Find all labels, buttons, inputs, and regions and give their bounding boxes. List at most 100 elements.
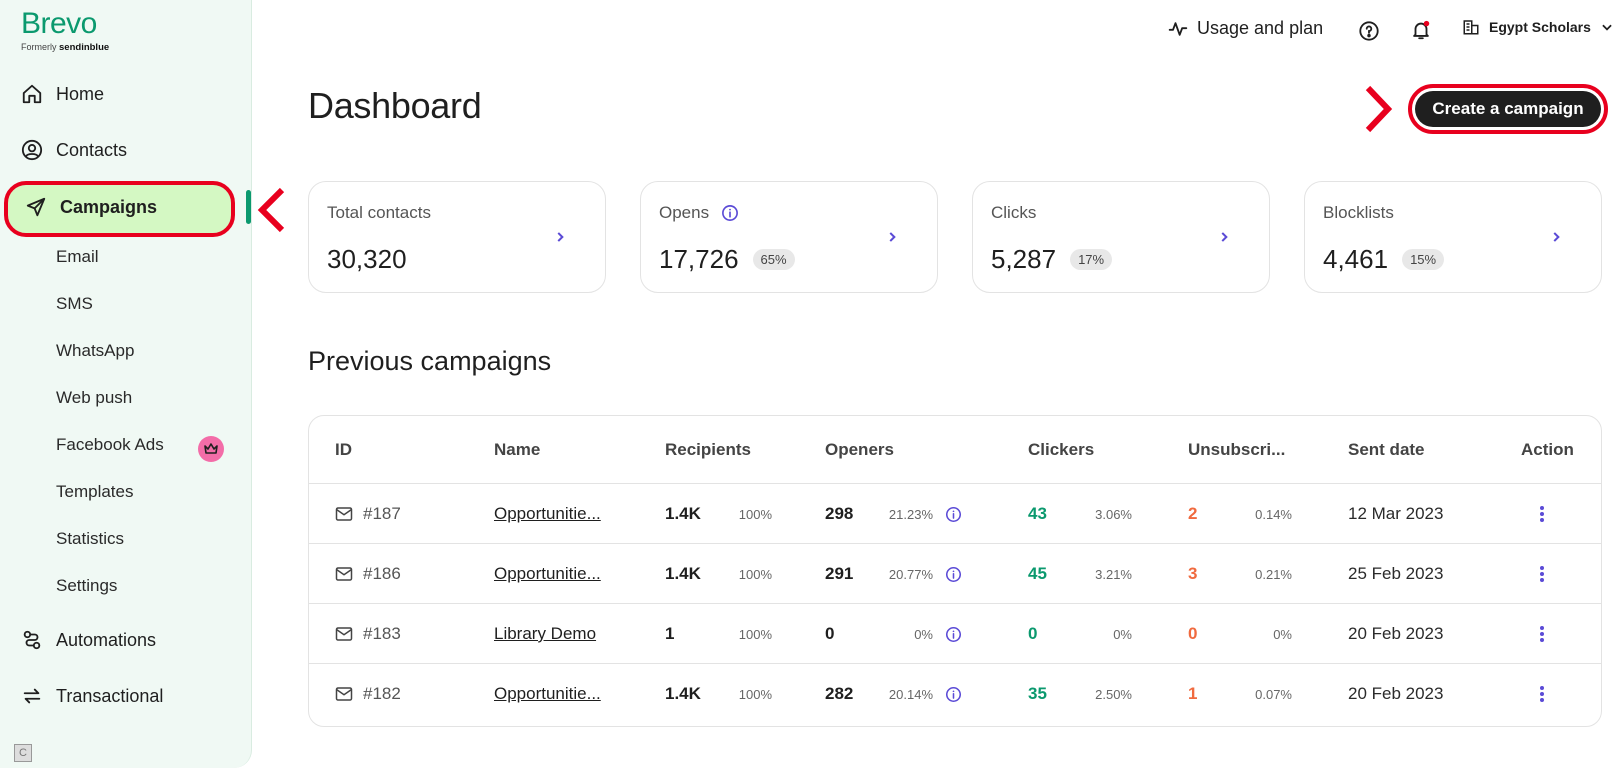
sidebar-subitem-sms[interactable]: SMS [56, 294, 93, 314]
formerly-name: sendinblue [59, 42, 110, 53]
logo-formerly: Formerly sendinblue [21, 42, 109, 53]
brevo-logo[interactable]: Brevo Formerly sendinblue [21, 7, 109, 54]
campaign-name-link[interactable]: Opportunitie... [494, 484, 601, 544]
column-header-clickers[interactable]: Clickers [1028, 440, 1094, 460]
stat-card-opens[interactable]: Opens 17,726 65% [640, 181, 938, 293]
column-header-name[interactable]: Name [494, 440, 540, 460]
clickers-count: 43 [1028, 504, 1047, 523]
stat-card-blocklists[interactable]: Blocklists 4,461 15% [1304, 181, 1602, 293]
campaign-id-cell: #187 [335, 484, 401, 544]
send-icon [24, 195, 48, 219]
clickers-percent: 3.06% [1095, 506, 1132, 522]
collapse-icon[interactable]: C [14, 744, 32, 762]
help-icon[interactable] [1358, 20, 1380, 42]
stat-card-total-contacts[interactable]: Total contacts 30,320 [308, 181, 606, 293]
column-header-unsubscribers[interactable]: Unsubscri... [1188, 440, 1285, 460]
sidebar-item-automations[interactable]: Automations [20, 623, 156, 657]
info-icon[interactable] [945, 664, 962, 724]
usage-and-plan-link[interactable]: Usage and plan [1168, 18, 1323, 39]
clickers-percent: 3.21% [1095, 566, 1132, 582]
sidebar-item-home[interactable]: Home [20, 77, 104, 111]
recipients-percent: 100% [738, 686, 772, 702]
stat-value: 5,287 [991, 244, 1057, 274]
create-campaign-highlight: Create a campaign [1408, 84, 1608, 134]
sent-date: 12 Mar 2023 [1348, 504, 1444, 523]
stat-value: 17,726 [659, 244, 739, 274]
info-icon[interactable] [945, 604, 962, 664]
campaign-name-link[interactable]: Library Demo [494, 604, 596, 664]
active-indicator [246, 190, 251, 224]
sidebar-subitem-templates[interactable]: Templates [56, 482, 133, 502]
sent-date: 25 Feb 2023 [1348, 564, 1444, 583]
clickers-percent: 2.50% [1095, 686, 1132, 702]
create-campaign-button[interactable]: Create a campaign [1415, 91, 1601, 127]
formerly-prefix: Formerly [21, 42, 57, 52]
activity-icon [1168, 19, 1188, 39]
stat-value: 30,320 [327, 244, 407, 274]
recipients-count: 1.4K [665, 684, 701, 703]
crown-icon [198, 436, 224, 462]
table-row[interactable]: #182 Opportunitie... 1.4K 100% 282 20.14… [309, 663, 1601, 723]
organization-name: Egypt Scholars [1489, 19, 1591, 35]
stat-label: Clicks [991, 203, 1037, 222]
campaign-name-link[interactable]: Opportunitie... [494, 664, 601, 724]
table-row[interactable]: #186 Opportunitie... 1.4K 100% 291 20.77… [309, 543, 1601, 603]
organization-switcher[interactable]: Egypt Scholars [1462, 18, 1614, 36]
clickers-count: 35 [1028, 684, 1047, 703]
notification-bell-icon[interactable] [1410, 19, 1432, 41]
recipients-count: 1 [665, 624, 675, 643]
column-header-sent-date[interactable]: Sent date [1348, 440, 1425, 460]
campaign-id-cell: #186 [335, 544, 401, 604]
more-options-icon[interactable] [1539, 664, 1545, 724]
campaign-id: #182 [363, 684, 401, 703]
mail-icon [335, 626, 353, 642]
campaign-name-link[interactable]: Opportunitie... [494, 544, 601, 604]
recipients-percent: 100% [738, 626, 772, 642]
sidebar-item-campaigns[interactable]: Campaigns [4, 181, 235, 237]
sent-date: 20 Feb 2023 [1348, 624, 1444, 643]
info-icon[interactable] [945, 544, 962, 604]
unsubscribers-percent: 0.14% [1255, 506, 1292, 522]
automations-icon [20, 628, 44, 652]
sidebar-subitem-settings[interactable]: Settings [56, 576, 117, 596]
more-options-icon[interactable] [1539, 544, 1545, 604]
annotation-arrow-left-icon [256, 186, 286, 239]
column-header-recipients[interactable]: Recipients [665, 440, 751, 460]
recipients-percent: 100% [738, 506, 772, 522]
mail-icon [335, 566, 353, 582]
sidebar-item-label: Contacts [56, 139, 128, 160]
sidebar-subitem-web-push[interactable]: Web push [56, 388, 132, 408]
table-row[interactable]: #187 Opportunitie... 1.4K 100% 298 21.23… [309, 483, 1601, 543]
sidebar-subitem-statistics[interactable]: Statistics [56, 529, 124, 549]
more-options-icon[interactable] [1539, 604, 1545, 664]
stat-card-clicks[interactable]: Clicks 5,287 17% [972, 181, 1270, 293]
campaign-id-cell: #183 [335, 604, 401, 664]
stat-percent-badge: 15% [1402, 249, 1445, 270]
unsubscribers-count: 2 [1188, 504, 1198, 523]
sidebar-item-contacts[interactable]: Contacts [20, 133, 127, 167]
campaigns-table: ID Name Recipients Openers Clickers Unsu… [308, 415, 1602, 727]
sidebar-subitem-whatsapp[interactable]: WhatsApp [56, 341, 134, 361]
sidebar-subitem-email[interactable]: Email [56, 247, 99, 267]
recipients-percent: 100% [738, 566, 772, 582]
sidebar-item-label: Automations [56, 629, 157, 650]
contacts-icon [20, 138, 44, 162]
more-options-icon[interactable] [1539, 484, 1545, 544]
sidebar-subitem-facebook-ads[interactable]: Facebook Ads [56, 435, 164, 455]
info-icon[interactable] [721, 204, 739, 222]
clickers-count: 0 [1028, 624, 1038, 643]
sidebar-item-transactional[interactable]: Transactional [20, 679, 163, 713]
stat-label: Blocklists [1323, 203, 1394, 222]
building-icon [1462, 18, 1480, 36]
unsubscribers-percent: 0% [1273, 626, 1292, 642]
unsubscribers-count: 3 [1188, 564, 1198, 583]
info-icon[interactable] [945, 484, 962, 544]
chevron-right-icon [553, 230, 567, 244]
table-row[interactable]: #183 Library Demo 1 100% 0 0% 0 0% 0 0% … [309, 603, 1601, 663]
logo-wordmark: Brevo [21, 7, 97, 40]
column-header-id[interactable]: ID [335, 440, 352, 460]
chevron-right-icon [1549, 230, 1563, 244]
column-header-openers[interactable]: Openers [825, 440, 894, 460]
chevron-right-icon [1217, 230, 1231, 244]
stat-label: Total contacts [327, 203, 431, 222]
